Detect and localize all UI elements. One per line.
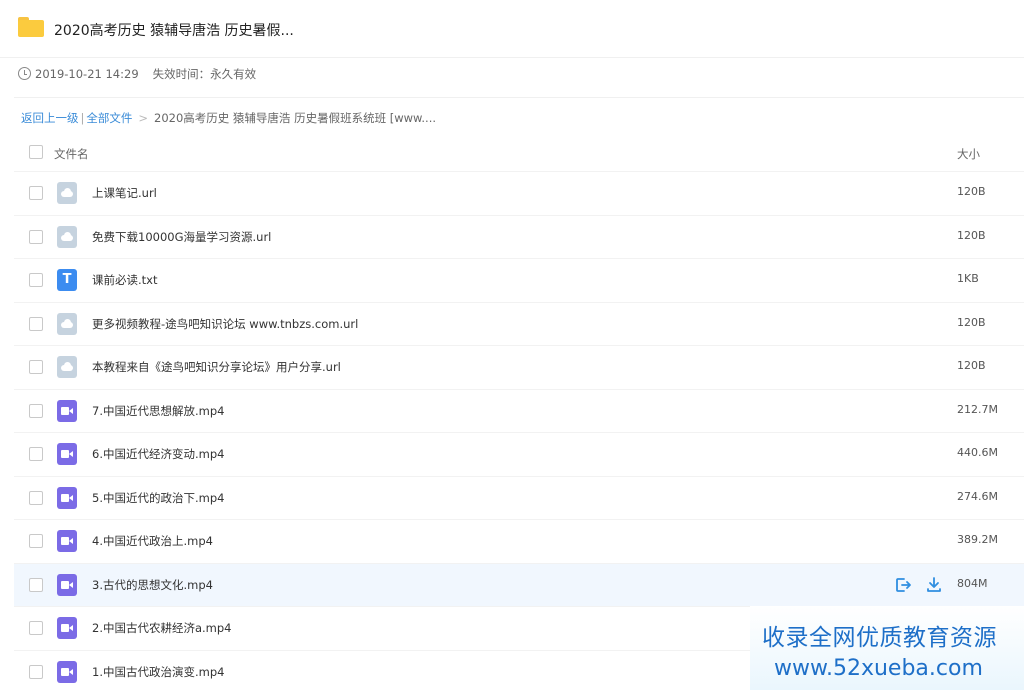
- expiry-label: 失效时间：: [152, 67, 211, 81]
- file-row[interactable]: 3.古代的思想文化.mp4 804M: [14, 563, 1024, 607]
- file-size: 1KB: [957, 272, 979, 286]
- video-file-icon: [57, 617, 77, 640]
- share-icon[interactable]: [894, 576, 912, 594]
- file-list-header: 文件名 大小: [14, 132, 1024, 172]
- divider: [14, 97, 1024, 98]
- all-files-link[interactable]: 全部文件: [86, 111, 132, 125]
- row-checkbox[interactable]: [29, 664, 43, 679]
- row-checkbox[interactable]: [29, 229, 43, 244]
- file-size: 212.7M: [957, 402, 998, 416]
- column-header-name[interactable]: 文件名: [54, 146, 89, 162]
- share-meta: 2019-10-21 14:29 失效时间：永久有效: [18, 66, 256, 82]
- file-name[interactable]: 本教程来自《途鸟吧知识分享论坛》用户分享.url: [92, 359, 341, 375]
- text-file-icon: T: [57, 269, 77, 292]
- video-file-icon: [57, 486, 77, 509]
- link-file-icon: [57, 312, 77, 335]
- file-size: 804M: [957, 576, 988, 590]
- created-time: 2019-10-21 14:29: [35, 67, 139, 81]
- file-row[interactable]: 本教程来自《途鸟吧知识分享论坛》用户分享.url 120B: [14, 346, 1024, 390]
- file-name[interactable]: 4.中国近代政治上.mp4: [92, 533, 213, 549]
- video-file-icon: [57, 530, 77, 553]
- clock-icon: [18, 67, 31, 80]
- video-file-icon: [57, 443, 77, 466]
- link-file-icon: [57, 356, 77, 379]
- file-size: 120B: [957, 228, 986, 242]
- share-header: 2020高考历史 猿辅导唐浩 历史暑假...: [0, 0, 1024, 58]
- file-size: 389.2M: [957, 533, 998, 547]
- file-name[interactable]: 1.中国古代政治演变.mp4: [92, 664, 224, 680]
- video-file-icon: [57, 660, 77, 683]
- row-checkbox[interactable]: [29, 621, 43, 636]
- folder-icon: [18, 17, 44, 37]
- file-name[interactable]: 2.中国古代农耕经济a.mp4: [92, 620, 232, 636]
- breadcrumb-current: 2020高考历史 猿辅导唐浩 历史暑假班系统班 [www....: [154, 111, 437, 125]
- row-checkbox[interactable]: [29, 360, 43, 375]
- row-checkbox[interactable]: [29, 490, 43, 505]
- download-icon[interactable]: [925, 576, 943, 594]
- file-row[interactable]: 4.中国近代政治上.mp4 389.2M: [14, 520, 1024, 564]
- row-checkbox[interactable]: [29, 534, 43, 549]
- file-row[interactable]: 免费下载10000G海量学习资源.url 120B: [14, 216, 1024, 259]
- watermark-slogan: 收录全网优质教育资源: [762, 625, 997, 651]
- file-name[interactable]: 5.中国近代的政治下.mp4: [92, 490, 224, 506]
- row-checkbox[interactable]: [29, 186, 43, 201]
- file-name[interactable]: 上课笔记.url: [92, 185, 157, 201]
- file-name[interactable]: 课前必读.txt: [92, 272, 157, 288]
- file-size: 120B: [957, 359, 986, 373]
- file-row[interactable]: 上课笔记.url 120B: [14, 172, 1024, 216]
- file-size: 120B: [957, 315, 986, 329]
- file-row[interactable]: 更多视频教程-途鸟吧知识论坛 www.tnbzs.com.url 120B: [14, 303, 1024, 346]
- file-row[interactable]: T 课前必读.txt 1KB: [14, 259, 1024, 303]
- file-size: 120B: [957, 185, 986, 199]
- watermark-banner: 收录全网优质教育资源 www.52xueba.com: [750, 606, 1024, 690]
- file-row[interactable]: 7.中国近代思想解放.mp4 212.7M: [14, 390, 1024, 433]
- link-file-icon: [57, 225, 77, 248]
- file-name[interactable]: 3.古代的思想文化.mp4: [92, 577, 213, 593]
- row-checkbox[interactable]: [29, 316, 43, 331]
- row-checkbox[interactable]: [29, 273, 43, 288]
- video-file-icon: [57, 399, 77, 422]
- back-link[interactable]: 返回上一级: [21, 111, 79, 125]
- share-title: 2020高考历史 猿辅导唐浩 历史暑假...: [54, 23, 294, 39]
- expiry-value: 永久有效: [210, 67, 257, 81]
- row-checkbox[interactable]: [29, 447, 43, 462]
- breadcrumb-arrow: >: [138, 111, 149, 125]
- file-name[interactable]: 更多视频教程-途鸟吧知识论坛 www.tnbzs.com.url: [92, 316, 358, 332]
- link-file-icon: [57, 182, 77, 205]
- file-row[interactable]: 5.中国近代的政治下.mp4 274.6M: [14, 477, 1024, 520]
- file-name[interactable]: 7.中国近代思想解放.mp4: [92, 403, 224, 419]
- file-name[interactable]: 6.中国近代经济变动.mp4: [92, 446, 224, 462]
- column-header-size[interactable]: 大小: [957, 146, 980, 162]
- breadcrumb: 返回上一级 | 全部文件 >2020高考历史 猿辅导唐浩 历史暑假班系统班 [www.…: [21, 110, 436, 126]
- video-file-icon: [57, 573, 77, 596]
- row-checkbox[interactable]: [29, 403, 43, 418]
- select-all-checkbox[interactable]: [29, 144, 43, 159]
- file-name[interactable]: 免费下载10000G海量学习资源.url: [92, 229, 271, 245]
- file-size: 440.6M: [957, 446, 998, 460]
- file-row[interactable]: 6.中国近代经济变动.mp4 440.6M: [14, 433, 1024, 477]
- file-size: 274.6M: [957, 489, 998, 503]
- row-checkbox[interactable]: [29, 577, 43, 592]
- watermark-url: www.52xueba.com: [774, 656, 983, 681]
